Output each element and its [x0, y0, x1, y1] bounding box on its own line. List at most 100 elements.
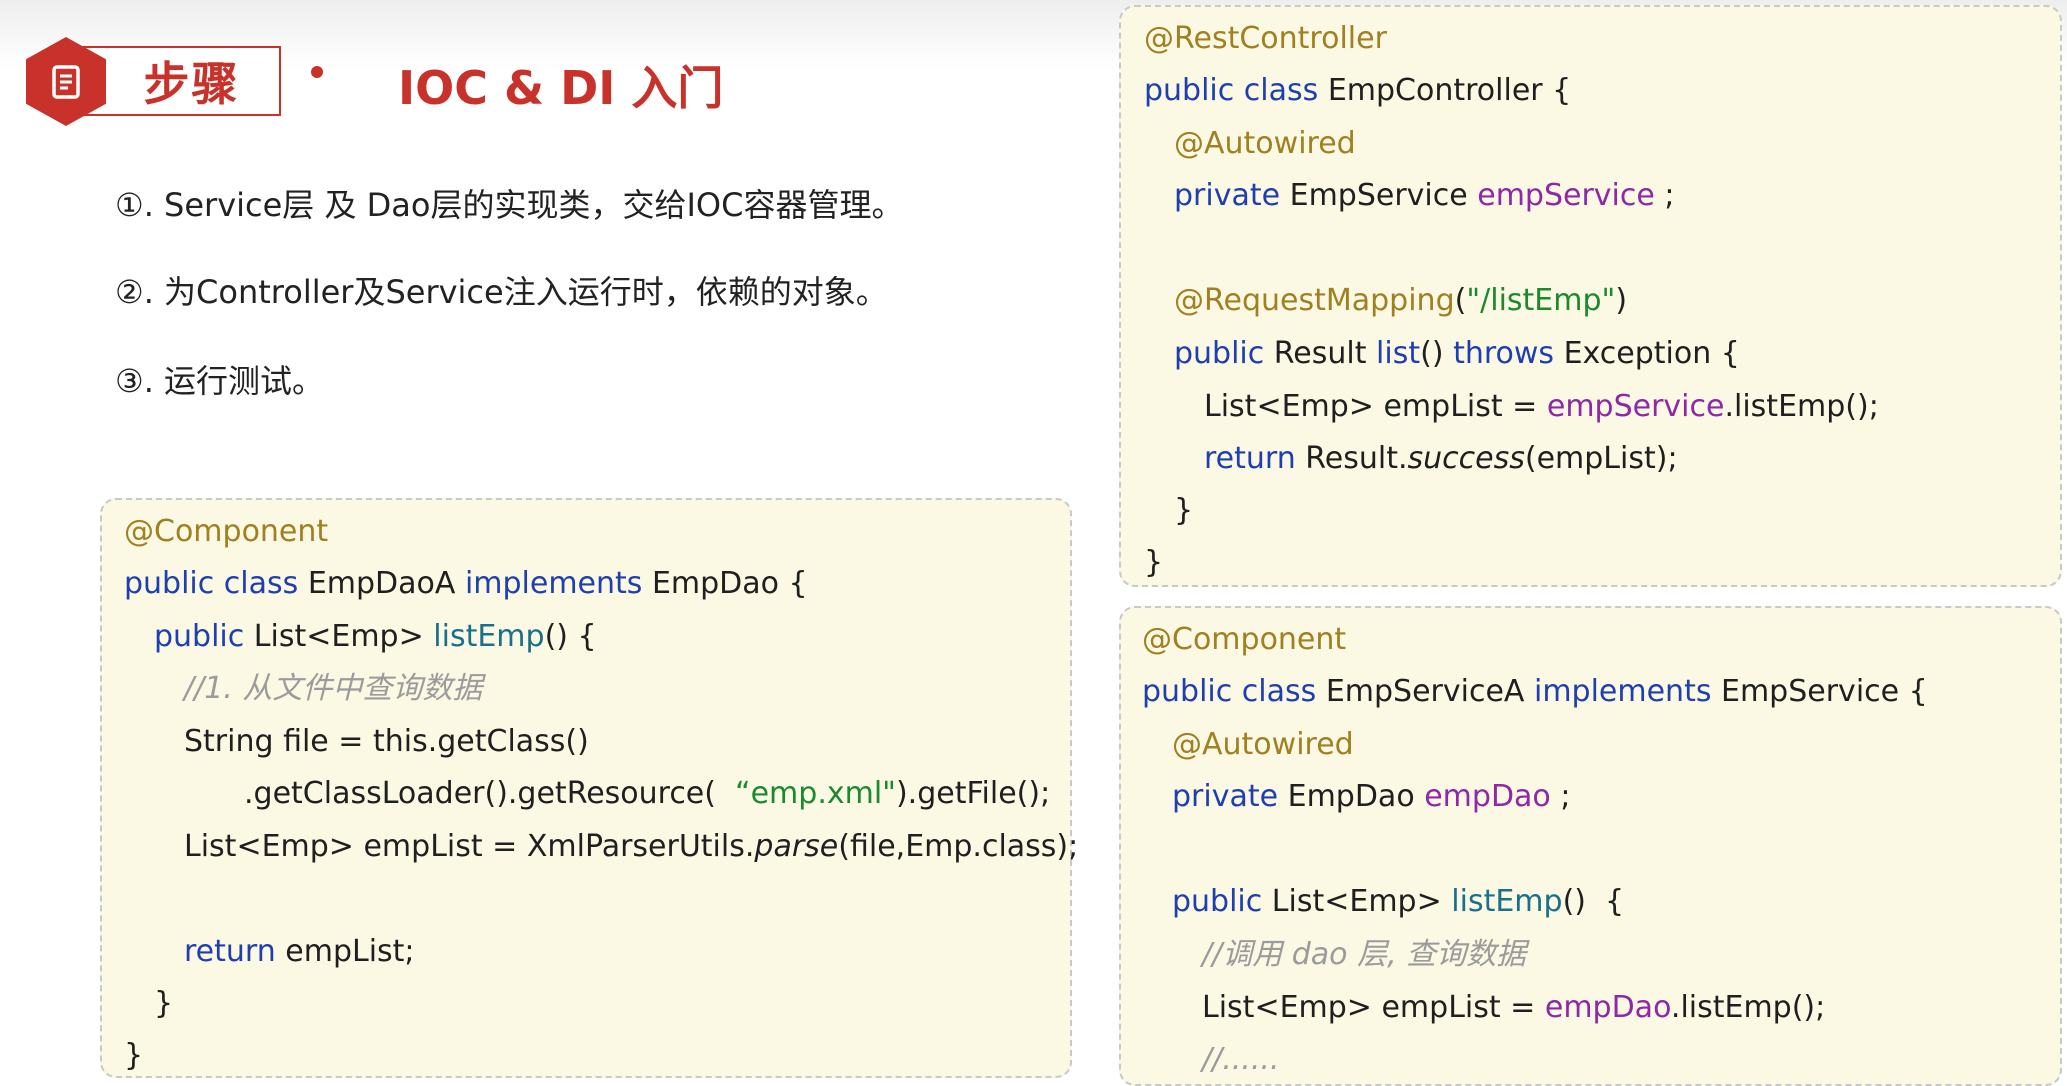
code-line: } — [124, 1036, 143, 1076]
code-text: EmpService — [1280, 178, 1478, 213]
method-name: parse — [754, 829, 839, 864]
method-name: listEmp — [433, 619, 545, 654]
code-text: empList; — [275, 934, 415, 969]
field-name: empService — [1546, 389, 1725, 424]
code-comment: //1. 从文件中查询数据 — [184, 671, 483, 706]
code-text: (file,Emp.class); — [838, 829, 1079, 864]
method-name: list — [1376, 336, 1421, 371]
code-line: public class EmpDaoA implements EmpDao { — [124, 564, 808, 604]
keyword: public class — [1142, 674, 1317, 709]
class-name: EmpServiceA — [1316, 674, 1534, 709]
code-text: List<Emp> empList = — [1204, 389, 1547, 424]
code-line: //...... — [1202, 1040, 1279, 1080]
code-line: List<Emp> empList = XmlParserUtils.parse… — [184, 827, 1078, 867]
code-text: .getClassLoader().getResource( — [244, 776, 736, 811]
keyword: throws — [1453, 336, 1555, 371]
code-text: List<Emp> — [1262, 884, 1452, 919]
annotation: @Autowired — [1174, 126, 1356, 161]
controller-code-panel: @RestController public class EmpControll… — [1119, 5, 2062, 587]
code-text: String file = this.getClass() — [184, 724, 589, 759]
code-text: } — [124, 1038, 144, 1073]
code-text: List<Emp> — [244, 619, 434, 654]
code-text: ) — [1615, 283, 1628, 318]
code-text: Exception { — [1554, 336, 1740, 371]
keyword: return — [1204, 441, 1296, 476]
string-literal: "/listEmp" — [1466, 283, 1616, 318]
code-text: } — [154, 986, 174, 1021]
title-bullet — [311, 66, 323, 78]
keyword: private — [1172, 779, 1279, 814]
code-line: List<Emp> empList = empDao.listEmp(); — [1202, 988, 1825, 1028]
steps-label: 步骤 — [143, 57, 240, 111]
keyword: return — [184, 934, 276, 969]
keyword: public — [1174, 336, 1265, 371]
code-text: EmpService { — [1711, 674, 1928, 709]
code-line: List<Emp> empList = empService.listEmp()… — [1204, 387, 1879, 427]
code-line: } — [1174, 491, 1193, 531]
service-code-panel: @Component public class EmpServiceA impl… — [1119, 606, 2062, 1086]
code-line: return empList; — [184, 932, 415, 972]
keyword: private — [1174, 178, 1281, 213]
code-line: public class EmpController { — [1144, 71, 1571, 111]
field-name: empService — [1477, 178, 1655, 213]
string-literal: “emp.xml" — [735, 776, 896, 811]
code-line: String file = this.getClass() — [184, 722, 589, 762]
keyword: public — [1172, 884, 1263, 919]
code-text: Result. — [1295, 441, 1408, 476]
field-name: empDao — [1544, 990, 1671, 1025]
annotation: @Autowired — [1172, 727, 1354, 762]
class-name: EmpController { — [1318, 73, 1572, 108]
code-text: .listEmp(); — [1670, 990, 1826, 1025]
code-line: @Component — [124, 512, 328, 552]
code-line: @RestController — [1144, 19, 1387, 59]
code-line: public Result list() throws Exception { — [1174, 334, 1740, 374]
annotation: @Component — [124, 514, 329, 549]
code-line: } — [154, 984, 173, 1024]
code-text: Result — [1264, 336, 1377, 371]
code-comment: //...... — [1202, 1042, 1280, 1077]
annotation: @RestController — [1144, 21, 1387, 56]
code-text: EmpDao { — [642, 566, 808, 601]
code-line: public List<Emp> listEmp() { — [1172, 882, 1624, 922]
code-comment: //调用 dao 层, 查询数据 — [1202, 937, 1527, 972]
method-name: listEmp — [1451, 884, 1563, 919]
code-line: public List<Emp> listEmp() { — [154, 617, 597, 657]
code-line: @Autowired — [1174, 124, 1356, 164]
keyword: public class — [124, 566, 299, 601]
code-text: ; — [1550, 779, 1571, 814]
page-title: IOC & DI 入门 — [398, 61, 724, 115]
code-text: } — [1174, 493, 1194, 528]
class-name: EmpDaoA — [298, 566, 465, 601]
code-text: } — [1144, 545, 1164, 580]
code-text: .listEmp(); — [1724, 389, 1879, 424]
keyword: implements — [464, 566, 643, 601]
code-text: () — [1420, 336, 1454, 371]
code-line: @Component — [1142, 620, 1346, 660]
step-1: ①. Service层 及 Dao层的实现类，交给IOC容器管理。 — [115, 186, 904, 224]
code-text: (empList); — [1524, 441, 1678, 476]
dao-code-panel: @Component public class EmpDaoA implemen… — [100, 498, 1078, 1078]
code-text: List<Emp> empList = XmlParserUtils. — [184, 829, 755, 864]
annotation: @RequestMapping — [1174, 283, 1455, 318]
code-line: public class EmpServiceA implements EmpS… — [1142, 672, 1928, 712]
code-text: List<Emp> empList = — [1202, 990, 1545, 1025]
code-text: EmpDao — [1278, 779, 1425, 814]
code-line: @RequestMapping("/listEmp") — [1174, 281, 1627, 321]
code-text: () { — [544, 619, 597, 654]
code-line: private EmpService empService ; — [1174, 176, 1675, 216]
code-text: () { — [1562, 884, 1625, 919]
code-line: //1. 从文件中查询数据 — [184, 669, 482, 709]
code-line: //调用 dao 层, 查询数据 — [1202, 935, 1526, 975]
step-2: ②. 为Controller及Service注入运行时，依赖的对象。 — [115, 273, 888, 311]
step-3: ③. 运行测试。 — [115, 362, 325, 400]
code-line: } — [1144, 543, 1163, 583]
annotation: @Component — [1142, 622, 1347, 657]
code-line: .getClassLoader().getResource( “emp.xml"… — [244, 774, 1050, 814]
code-line: @Autowired — [1172, 725, 1354, 765]
code-line: private EmpDao empDao ; — [1172, 777, 1570, 817]
field-name: empDao — [1424, 779, 1551, 814]
code-text: ; — [1654, 178, 1675, 213]
method-name: success — [1407, 441, 1525, 476]
keyword: public — [154, 619, 245, 654]
keyword: implements — [1533, 674, 1712, 709]
